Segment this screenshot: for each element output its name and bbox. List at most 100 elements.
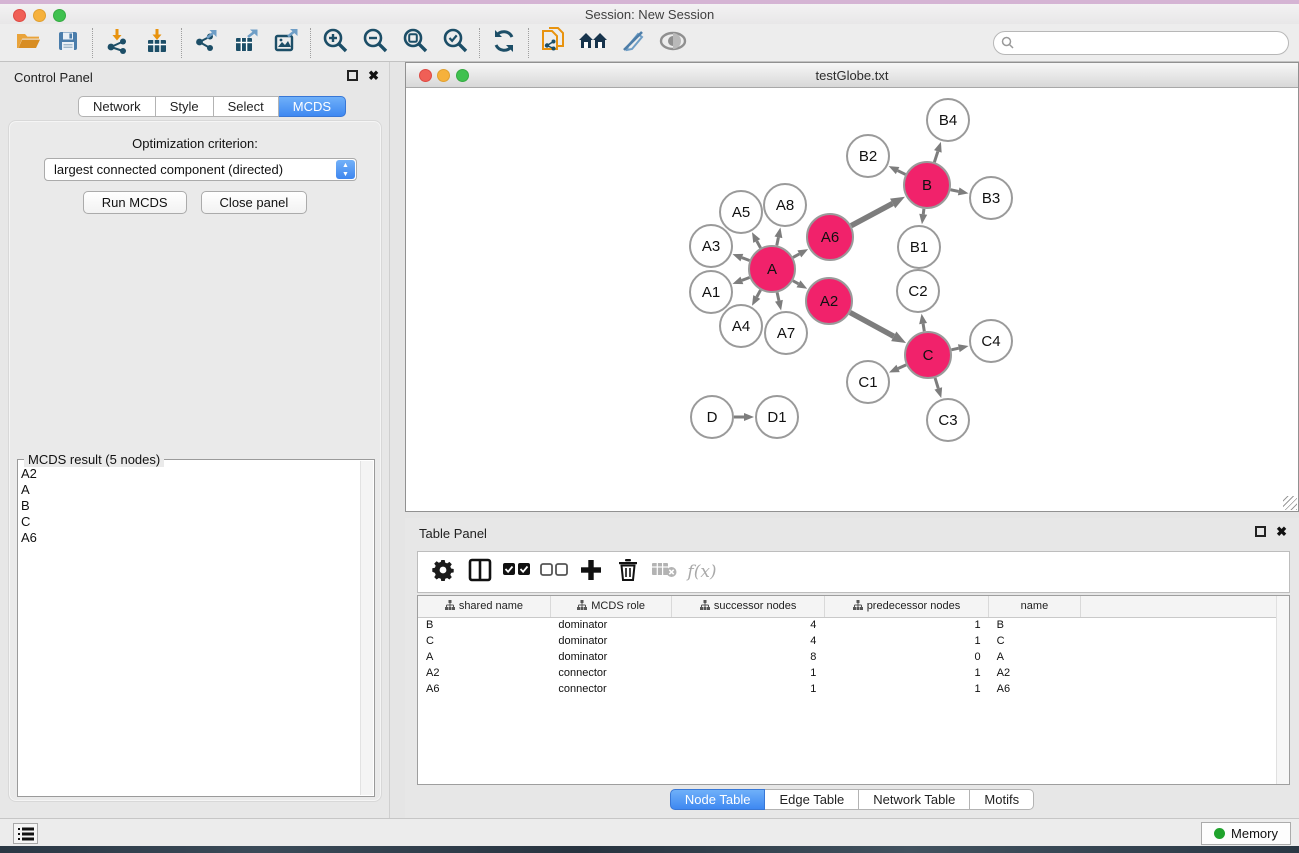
toolbar-separator (479, 28, 480, 58)
graph-node-A4[interactable]: A4 (720, 305, 762, 347)
tab-network-table[interactable]: Network Table (859, 789, 970, 810)
import-network-button[interactable] (97, 27, 137, 59)
run-mcds-button[interactable]: Run MCDS (83, 191, 187, 214)
tab-mcds[interactable]: MCDS (279, 96, 346, 117)
zoom-selected-icon (442, 27, 469, 59)
column-header-name[interactable]: name (989, 596, 1081, 617)
svg-text:C1: C1 (858, 374, 877, 391)
float-table-panel-icon[interactable] (1255, 526, 1266, 537)
svg-text:A5: A5 (732, 204, 750, 221)
tab-node-table[interactable]: Node Table (670, 789, 766, 810)
mcds-result-list[interactable]: A2ABCA6 (21, 466, 358, 793)
cell: 4 (672, 633, 824, 649)
show-hide-button[interactable] (653, 27, 693, 59)
column-header-shared-name[interactable]: shared name (418, 596, 550, 617)
create-column-button[interactable] (576, 557, 606, 587)
criterion-dropdown[interactable]: largest connected component (directed) ▲… (44, 158, 357, 181)
new-network-from-selection-button[interactable] (533, 27, 573, 59)
graph-node-A1[interactable]: A1 (690, 271, 732, 313)
graph-node-C3[interactable]: C3 (927, 399, 969, 441)
zoom-in-button[interactable] (315, 27, 355, 59)
graph-node-A2[interactable]: A2 (806, 278, 852, 324)
toggle-panel-columns-button[interactable] (465, 557, 495, 587)
table-row[interactable]: A6connector11A6 (418, 681, 1289, 697)
graph-node-C4[interactable]: C4 (970, 320, 1012, 362)
mcds-result-item[interactable]: B (21, 498, 358, 514)
mcds-tab-content: Optimization criterion: largest connecte… (8, 120, 382, 802)
table-row[interactable]: Cdominator41C (418, 633, 1289, 649)
svg-text:B: B (922, 177, 932, 194)
network-canvas[interactable]: B4 B2 B B3 A8 A5 A6 A3 B1 A A1 C2 A2 A4A7 C4 C C1 C3 D D1 (406, 88, 1298, 511)
annotation-toggle-button[interactable] (613, 27, 653, 59)
graph-node-B2[interactable]: B2 (847, 135, 889, 177)
column-header-predecessor-nodes[interactable]: predecessor nodes (824, 596, 988, 617)
svg-text:C4: C4 (981, 333, 1000, 350)
close-table-panel-icon[interactable]: ✖ (1276, 526, 1287, 537)
cell (1080, 633, 1289, 649)
graph-node-A6[interactable]: A6 (807, 214, 853, 260)
graph-node-A3[interactable]: A3 (690, 225, 732, 267)
mcds-result-scrollbar[interactable] (360, 461, 373, 795)
zoom-selected-button[interactable] (435, 27, 475, 59)
cell: connector (550, 681, 672, 697)
float-panel-icon[interactable] (347, 70, 358, 81)
close-panel-button[interactable]: Close panel (201, 191, 308, 214)
memory-status-icon (1214, 828, 1225, 839)
tab-motifs[interactable]: Motifs (970, 789, 1034, 810)
table-row[interactable]: Adominator80A (418, 649, 1289, 665)
tab-select[interactable]: Select (214, 96, 279, 117)
table-settings-button[interactable] (428, 557, 458, 587)
export-network-button[interactable] (186, 27, 226, 59)
tab-style[interactable]: Style (156, 96, 214, 117)
graph-node-B[interactable]: B (904, 162, 950, 208)
refresh-button[interactable] (484, 27, 524, 59)
tab-edge-table[interactable]: Edge Table (765, 789, 859, 810)
graph-node-A5[interactable]: A5 (720, 191, 762, 233)
graph-node-B1[interactable]: B1 (898, 226, 940, 268)
save-session-button[interactable] (48, 27, 88, 59)
column-header-successor-nodes[interactable]: successor nodes (672, 596, 824, 617)
graph-node-B4[interactable]: B4 (927, 99, 969, 141)
column-header-empty (1080, 596, 1289, 617)
graph-node-D1[interactable]: D1 (756, 396, 798, 438)
node-table[interactable]: shared nameMCDS rolesuccessor nodesprede… (417, 595, 1290, 785)
graph-node-C[interactable]: C (905, 332, 951, 378)
graph-node-C2[interactable]: C2 (897, 270, 939, 312)
svg-text:B2: B2 (859, 148, 877, 165)
export-image-button[interactable] (266, 27, 306, 59)
column-header-MCDS-role[interactable]: MCDS role (550, 596, 672, 617)
task-history-button[interactable] (13, 823, 38, 844)
hide-all-columns-button[interactable] (539, 557, 569, 587)
graph-node-A7[interactable]: A7 (765, 312, 807, 354)
cell: connector (550, 665, 672, 681)
cell: dominator (550, 649, 672, 665)
mcds-result-item[interactable]: C (21, 514, 358, 530)
create-column-icon (580, 559, 602, 586)
delete-column-button[interactable] (613, 557, 643, 587)
graph-node-B3[interactable]: B3 (970, 177, 1012, 219)
memory-button[interactable]: Memory (1201, 822, 1291, 845)
tab-network[interactable]: Network (78, 96, 156, 117)
table-scrollbar[interactable] (1276, 596, 1289, 784)
mcds-result-item[interactable]: A2 (21, 466, 358, 482)
mcds-result-item[interactable]: A6 (21, 530, 358, 546)
zoom-fit-button[interactable] (395, 27, 435, 59)
cell: dominator (550, 617, 672, 633)
home-button[interactable] (573, 27, 613, 59)
graph-node-D[interactable]: D (691, 396, 733, 438)
graph-node-C1[interactable]: C1 (847, 361, 889, 403)
optimization-criterion-label: Optimization criterion: (9, 136, 381, 151)
table-row[interactable]: Bdominator41B (418, 617, 1289, 633)
graph-node-A[interactable]: A (749, 246, 795, 292)
show-all-columns-button[interactable] (502, 557, 532, 587)
export-table-button[interactable] (226, 27, 266, 59)
mcds-result-item[interactable]: A (21, 482, 358, 498)
open-file-button[interactable] (8, 27, 48, 59)
table-row[interactable]: A2connector11A2 (418, 665, 1289, 681)
search-input[interactable] (993, 31, 1289, 55)
import-table-button[interactable] (137, 27, 177, 59)
graph-node-A8[interactable]: A8 (764, 184, 806, 226)
resize-grip-icon[interactable] (1283, 496, 1297, 510)
zoom-out-button[interactable] (355, 27, 395, 59)
close-panel-icon[interactable]: ✖ (368, 70, 379, 81)
